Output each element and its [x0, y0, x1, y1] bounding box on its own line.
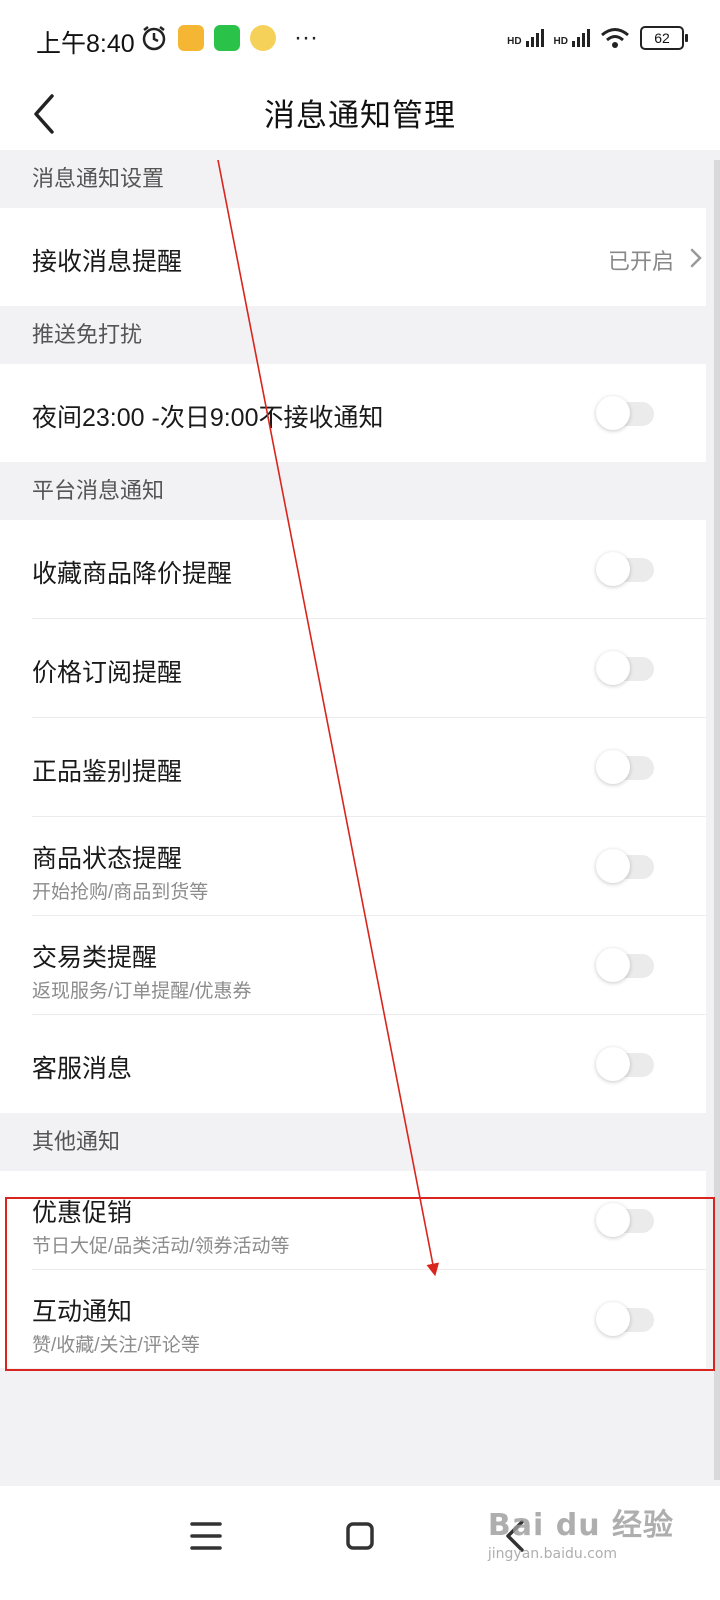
row-label: 优惠促销: [32, 1199, 133, 1227]
status-app-icons: ···: [140, 24, 318, 52]
toggle-knob: [596, 651, 630, 685]
wechat-icon: [214, 25, 240, 51]
wifi-icon: [601, 28, 629, 48]
section-do-not-disturb: 推送免打扰 夜间23:00 -次日9:00不接收通知: [0, 306, 706, 462]
price-drop-row: 收藏商品降价提醒: [32, 520, 706, 619]
section-title: 平台消息通知: [0, 462, 706, 520]
scrollbar[interactable]: [714, 160, 720, 1480]
status-time: 上午8:40: [36, 30, 135, 58]
signal-1-icon: HD: [507, 29, 544, 47]
authenticity-toggle[interactable]: [596, 750, 654, 784]
interaction-toggle[interactable]: [596, 1302, 654, 1336]
row-label: 价格订阅提醒: [32, 659, 183, 687]
section-message-settings: 消息通知设置 接收消息提醒 已开启: [0, 150, 706, 306]
row-label: 接收消息提醒: [32, 248, 183, 276]
promotion-row: 优惠促销 节日大促/品类活动/领券活动等: [32, 1171, 706, 1270]
transaction-row: 交易类提醒 返现服务/订单提醒/优惠券: [32, 916, 706, 1015]
alarm-icon: [142, 26, 166, 51]
product-status-toggle[interactable]: [596, 849, 654, 883]
row-label: 收藏商品降价提醒: [32, 560, 233, 588]
toggle-knob: [596, 1302, 630, 1336]
price-subscription-row: 价格订阅提醒: [32, 619, 706, 718]
price-subscription-toggle[interactable]: [596, 651, 654, 685]
toggle-knob: [596, 1047, 630, 1081]
baidu-jingyan-watermark: Bai du 经验 jingyan.baidu.com: [488, 1500, 674, 1562]
section-other-notifications: 其他通知 优惠促销 节日大促/品类活动/领券活动等 互动通知 赞/收藏/关注/评…: [0, 1113, 706, 1368]
toggle-knob: [596, 750, 630, 784]
section-title: 其他通知: [0, 1113, 706, 1171]
system-nav-bar: Bai du 经验 jingyan.baidu.com: [0, 1486, 720, 1600]
more-notifications-icon: ···: [294, 24, 318, 51]
toggle-knob: [596, 948, 630, 982]
weibo-icon: [250, 25, 276, 51]
row-subtitle: 赞/收藏/关注/评论等: [32, 1335, 200, 1356]
section-title: 消息通知设置: [0, 150, 706, 208]
section-platform-notifications: 平台消息通知 收藏商品降价提醒 价格订阅提醒 正品鉴别提醒 商品状态提醒 开始抢…: [0, 462, 706, 1113]
row-subtitle: 节日大促/品类活动/领券活动等: [32, 1236, 290, 1257]
home-icon[interactable]: [330, 1506, 390, 1566]
page-title: 消息通知管理: [264, 98, 456, 133]
watermark-logo: Bai du 经验: [487, 1508, 674, 1543]
night-dnd-row: 夜间23:00 -次日9:00不接收通知: [32, 364, 706, 462]
toggle-knob: [596, 849, 630, 883]
row-subtitle: 开始抢购/商品到货等: [32, 882, 209, 903]
promotion-toggle[interactable]: [596, 1203, 654, 1237]
row-value: 已开启: [607, 249, 674, 274]
row-subtitle: 返现服务/订单提醒/优惠券: [32, 981, 252, 1002]
menu-icon[interactable]: [176, 1506, 236, 1566]
toggle-knob: [596, 552, 630, 586]
night-dnd-toggle[interactable]: [596, 396, 654, 430]
product-status-row: 商品状态提醒 开始抢购/商品到货等: [32, 817, 706, 916]
row-label: 互动通知: [32, 1298, 133, 1326]
section-title: 推送免打扰: [0, 306, 706, 364]
chevron-right-icon: [690, 248, 702, 268]
signal-2-icon: HD: [554, 29, 590, 47]
row-label: 夜间23:00 -次日9:00不接收通知: [32, 404, 384, 432]
customer-service-row: 客服消息: [32, 1015, 706, 1113]
interaction-row: 互动通知 赞/收藏/关注/评论等: [32, 1270, 706, 1368]
row-label: 交易类提醒: [32, 944, 158, 972]
row-label: 商品状态提醒: [32, 845, 183, 873]
authenticity-row: 正品鉴别提醒: [32, 718, 706, 817]
receive-notification-row[interactable]: 接收消息提醒 已开启: [32, 208, 706, 306]
status-right: HD HD 62: [507, 26, 688, 50]
settings-list: 消息通知设置 接收消息提醒 已开启 推送免打扰 夜间23:00 -次日9:00不…: [0, 150, 706, 1432]
status-bar: 上午8:40 ··· HD HD 62: [0, 0, 720, 80]
bottom-spacer: [0, 1368, 706, 1432]
page-header: 消息通知管理: [0, 80, 720, 150]
row-label: 正品鉴别提醒: [32, 758, 183, 786]
toggle-knob: [596, 1203, 630, 1237]
row-label: 客服消息: [32, 1055, 133, 1083]
customer-service-toggle[interactable]: [596, 1047, 654, 1081]
battery-indicator: 62: [640, 26, 688, 50]
toggle-knob: [596, 396, 630, 430]
price-drop-toggle[interactable]: [596, 552, 654, 586]
notes-app-icon: [178, 25, 204, 51]
watermark-url: jingyan.baidu.com: [487, 1546, 618, 1562]
transaction-toggle[interactable]: [596, 948, 654, 982]
